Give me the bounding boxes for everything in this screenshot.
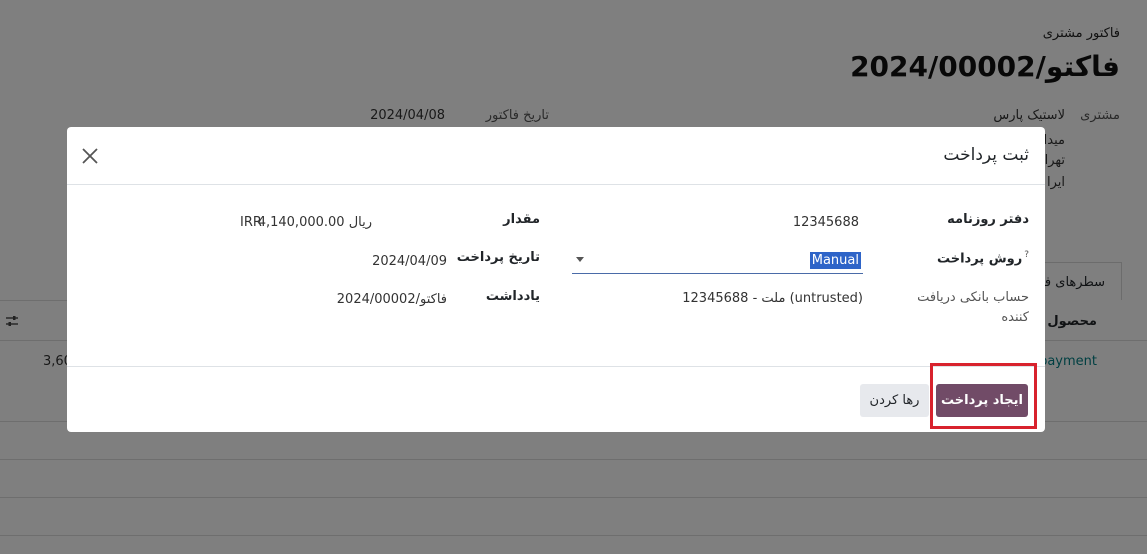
bank-account-label: حساب بانکی دریافت کننده <box>917 290 1029 325</box>
payment-date-label: تاریخ پرداخت <box>456 250 540 265</box>
payment-date-value[interactable]: 2024/04/09 <box>372 254 447 269</box>
memo-label: یادداشت <box>485 289 540 304</box>
dialog-header: ثبت پرداخت <box>67 127 1045 185</box>
amount-value[interactable]: 4,140,000.00 ریال <box>258 215 372 230</box>
payment-method-value: Manual <box>809 252 861 269</box>
bank-account-value[interactable]: 12345688 - ملت (untrusted) <box>682 291 863 306</box>
amount-label: مقدار <box>503 212 540 227</box>
journal-label: دفتر روزنامه <box>947 212 1029 227</box>
help-icon[interactable]: ? <box>1024 250 1029 260</box>
payment-method-select[interactable]: Manual <box>572 247 863 274</box>
memo-value[interactable]: فاکتو/2024/00002 <box>337 292 447 307</box>
dialog-title: ثبت پرداخت <box>943 145 1029 165</box>
close-icon[interactable] <box>81 147 99 165</box>
register-payment-dialog: ثبت پرداخت دفتر روزنامه 12345688 روش پرد… <box>67 127 1045 432</box>
journal-value[interactable]: 12345688 <box>793 215 859 230</box>
create-payment-button[interactable]: ایجاد پرداخت <box>936 384 1028 417</box>
chevron-down-icon[interactable] <box>576 257 584 262</box>
payment-method-label: روش پرداخت? <box>937 250 1029 266</box>
discard-button[interactable]: رها کردن <box>860 384 929 417</box>
payment-method-label-text: روش پرداخت <box>936 251 1023 267</box>
currency-value[interactable]: IRR <box>240 215 262 230</box>
dialog-footer: ایجاد پرداخت رها کردن <box>67 366 1045 432</box>
